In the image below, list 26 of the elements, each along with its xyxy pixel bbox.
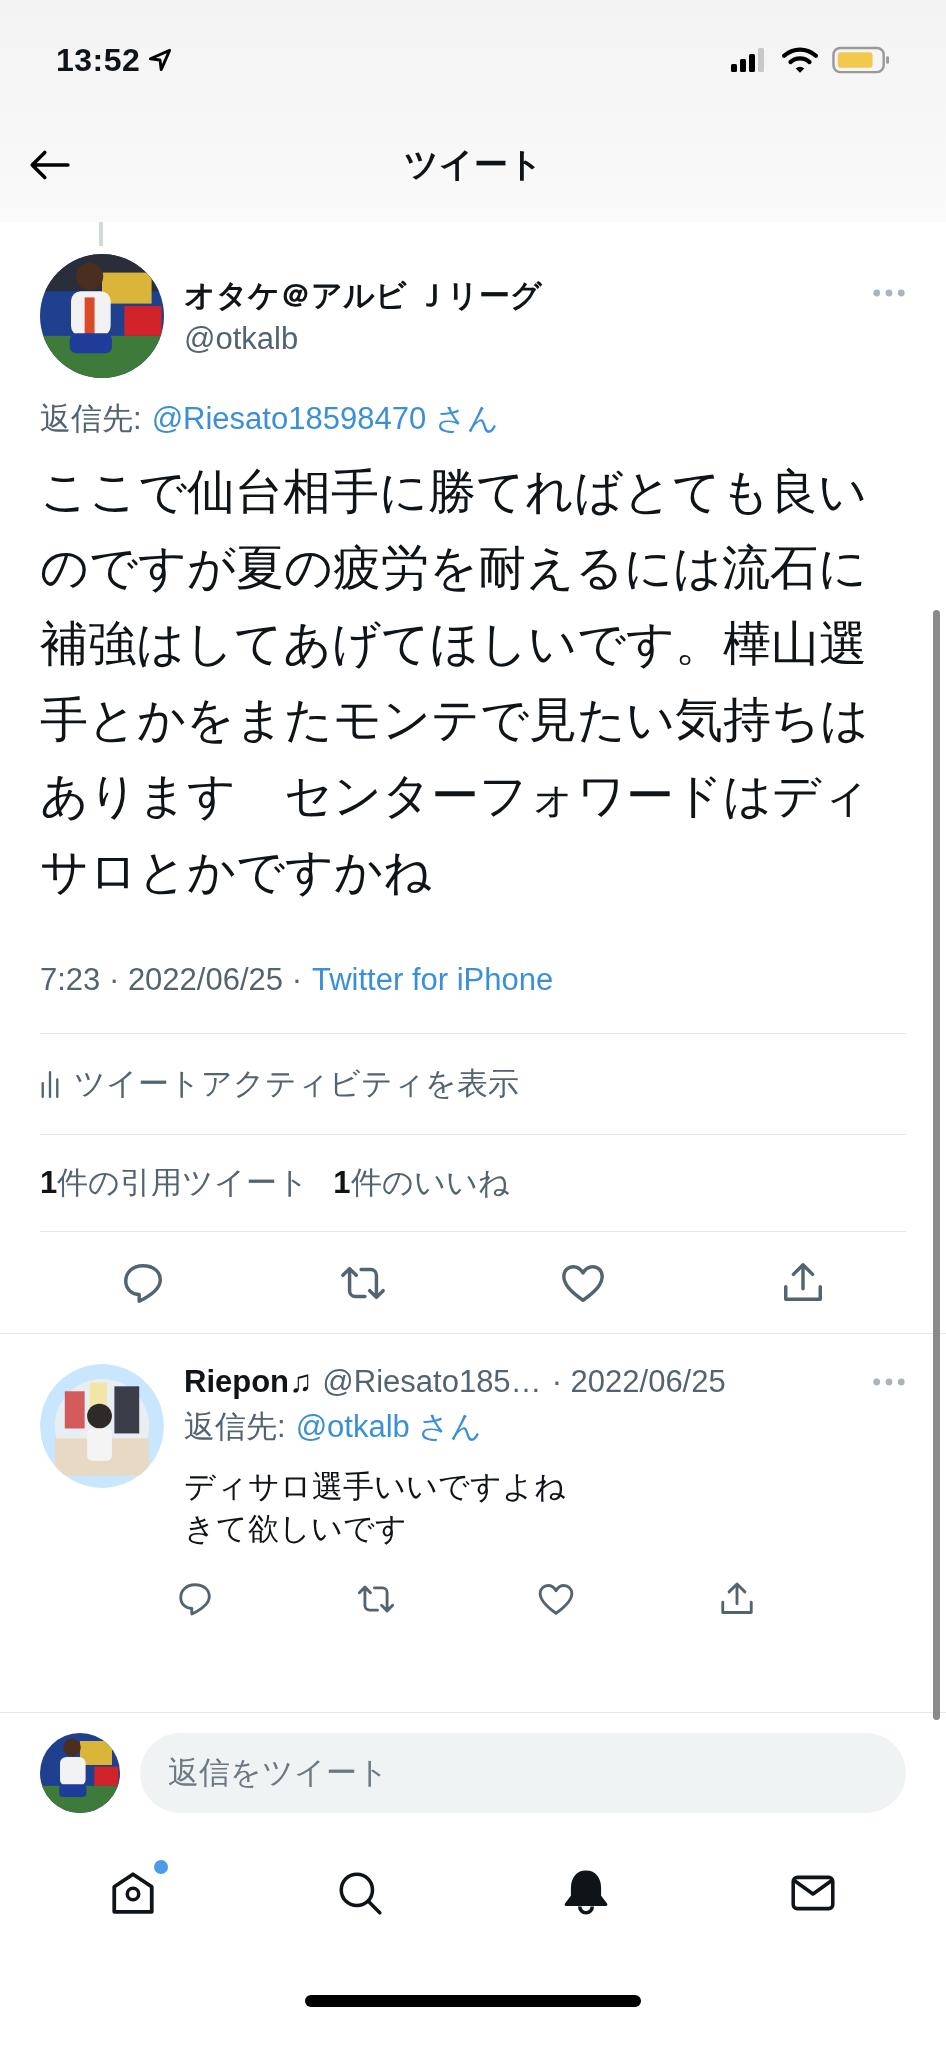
- tweet-text: ここで仙台相手に勝てればとても良いのですが夏の疲労を耐えるには流石に補強はしてあげてほしいです。樺山選手とかをまたモンテで見たい気持ちはあります センターフォワードはディサロとかですかね: [40, 464, 871, 900]
- header-title: ツイート: [403, 144, 543, 185]
- battery-icon: [832, 46, 890, 74]
- reply-input-field[interactable]: 返信をツイート: [140, 1733, 906, 1813]
- reply-to-link[interactable]: @otkalb さん: [295, 1406, 483, 1448]
- source-link[interactable]: Twitter for iPhone: [312, 962, 554, 998]
- activity-icon[interactable]: [40, 1069, 60, 1099]
- reply-to-label: 返信先:: [40, 400, 142, 438]
- reply-author-handle[interactable]: @Riesato185…: [322, 1364, 542, 1400]
- tweet-timestamp: 7:23 · 2022/06/25 ·: [40, 962, 302, 998]
- reply-to-link[interactable]: @Riesato18598470 さん: [151, 398, 499, 440]
- location-arrow-icon: [148, 48, 173, 72]
- reply-text: きて欲しいです: [184, 1510, 407, 1548]
- reply-icon[interactable]: [176, 1580, 214, 1618]
- reply-to-label: 返信先:: [184, 1408, 286, 1446]
- status-time: 13:52: [56, 41, 141, 79]
- reply-date: · 2022/06/25: [551, 1364, 726, 1400]
- wifi-icon: [782, 46, 818, 74]
- back-arrow-icon[interactable]: [28, 149, 70, 181]
- stat-link[interactable]: 1件の引用ツイート: [40, 1162, 310, 1204]
- reply-author-name[interactable]: Riepon♫: [184, 1364, 313, 1400]
- author-name[interactable]: オタケ＠アルビ Ｊリーグ: [184, 275, 872, 317]
- activity-link[interactable]: ツイートアクティビティを表示: [74, 1063, 519, 1105]
- author-handle[interactable]: @otkalb: [184, 321, 872, 357]
- reply-text: ディサロ選手いいですよね: [184, 1468, 566, 1506]
- stat-link[interactable]: 1件のいいね: [333, 1162, 510, 1204]
